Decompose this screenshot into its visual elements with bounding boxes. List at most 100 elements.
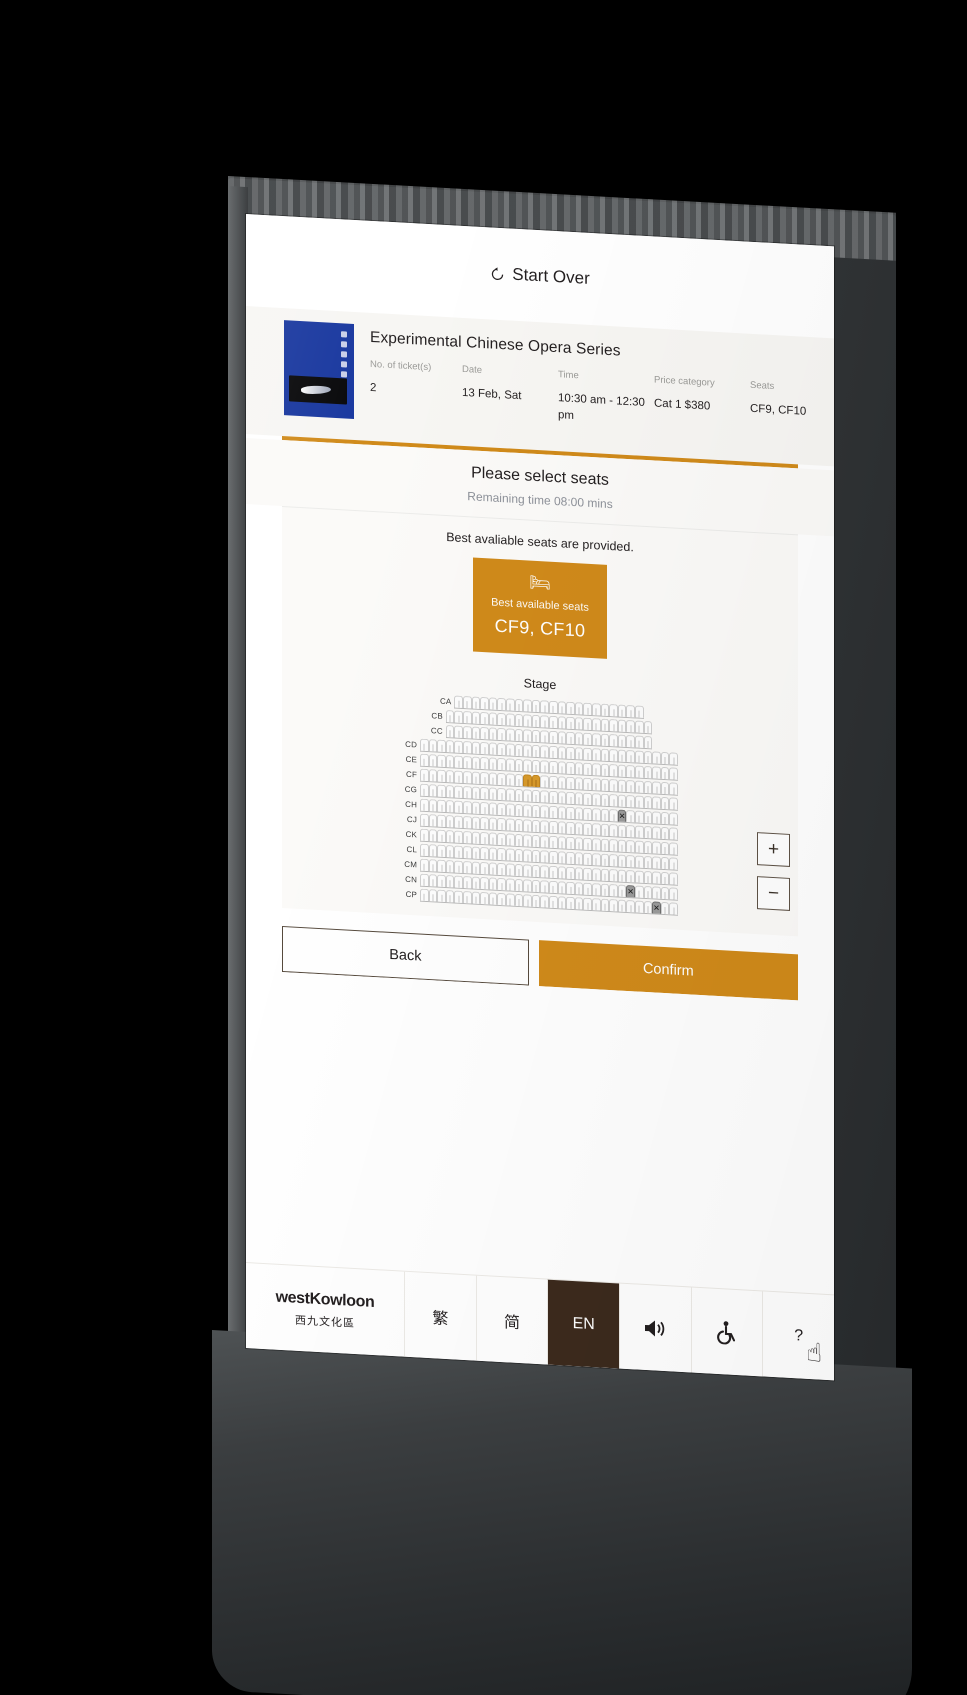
seat-CA8[interactable] [514, 698, 524, 712]
seat-CM25[interactable] [626, 869, 635, 883]
seat-CG3[interactable] [437, 784, 446, 797]
seat-CL30[interactable] [669, 857, 678, 870]
seat-CE10[interactable] [497, 757, 507, 771]
seat-CG25[interactable] [626, 794, 635, 808]
seat-CM27[interactable] [643, 870, 653, 884]
seat-CL11[interactable] [506, 848, 515, 861]
seat-CL29[interactable] [660, 856, 670, 870]
seat-CL4[interactable] [445, 844, 455, 858]
seat-CN7[interactable] [471, 876, 481, 889]
seat-CP27[interactable] [643, 900, 653, 914]
seat-CF6[interactable] [463, 770, 472, 784]
seat-CD11[interactable] [506, 743, 515, 756]
zoom-in-button[interactable]: + [757, 832, 790, 867]
seat-CB14[interactable] [557, 716, 567, 729]
seat-CK5[interactable] [454, 830, 464, 843]
seat-CN29[interactable] [660, 886, 670, 900]
seat-CH12[interactable] [514, 803, 524, 817]
seat-CN30[interactable] [669, 887, 678, 900]
seat-CD6[interactable] [463, 740, 472, 754]
seat-CA11[interactable] [540, 700, 549, 713]
seat-CJ17[interactable] [557, 821, 567, 834]
seat-CH22[interactable] [600, 808, 610, 821]
seat-CK27[interactable] [643, 840, 653, 854]
seat-CK29[interactable] [660, 841, 670, 855]
seat-CB6[interactable] [488, 712, 498, 725]
seat-CL28[interactable] [652, 856, 661, 869]
seat-CJ10[interactable] [497, 817, 507, 831]
seat-CF15[interactable] [540, 775, 549, 788]
seat-CE5[interactable] [454, 755, 464, 768]
seat-CA15[interactable] [574, 702, 584, 715]
seat-CM5[interactable] [454, 860, 464, 873]
seat-CK30[interactable] [669, 842, 678, 855]
seat-CJ12[interactable] [514, 818, 524, 832]
seat-CG12[interactable] [514, 788, 524, 802]
seat-CP29[interactable] [660, 901, 670, 915]
seat-CE15[interactable] [540, 760, 549, 773]
seat-CC9[interactable] [514, 728, 524, 742]
seat-CK6[interactable] [463, 830, 472, 844]
seat-CP6[interactable] [463, 890, 472, 904]
seat-CM28[interactable] [652, 871, 661, 884]
seat-CE19[interactable] [574, 762, 584, 775]
seat-CH9[interactable] [488, 802, 498, 815]
seat-CP23[interactable] [609, 898, 618, 912]
seat-CA17[interactable] [591, 703, 601, 716]
seat-CD25[interactable] [626, 749, 635, 763]
seat-CN6[interactable] [463, 875, 472, 889]
lang-simp-button[interactable]: 简 [475, 1275, 548, 1365]
seat-CG11[interactable] [506, 788, 515, 801]
seat-CH16[interactable] [549, 805, 558, 819]
start-over-button[interactable]: Start Over [490, 263, 590, 288]
seat-CH28[interactable] [652, 811, 661, 824]
seat-CH20[interactable] [583, 807, 592, 821]
seat-CM2[interactable] [428, 859, 438, 872]
seat-CD4[interactable] [445, 739, 455, 753]
seat-CP7[interactable] [471, 891, 481, 904]
seat-CH8[interactable] [480, 801, 489, 815]
seat-map[interactable]: CA CB CC CD CE CF CG CH ✕ CJ CK CL CM CN ✕ CP ✕ [282, 686, 798, 922]
seat-CJ4[interactable] [445, 814, 455, 828]
seat-CB17[interactable] [583, 717, 592, 731]
seat-CA14[interactable] [566, 701, 575, 715]
seat-CD22[interactable] [600, 748, 610, 761]
seat-CG16[interactable] [549, 790, 558, 804]
seat-CG7[interactable] [471, 786, 481, 799]
seat-CD24[interactable] [617, 749, 627, 762]
seat-CM10[interactable] [497, 862, 507, 876]
seat-CJ25[interactable] [626, 824, 635, 838]
seat-CJ26[interactable] [634, 825, 644, 838]
seat-CA13[interactable] [557, 701, 567, 714]
seat-CG17[interactable] [557, 791, 567, 804]
seat-CK18[interactable] [566, 836, 575, 850]
seat-CD18[interactable] [566, 746, 575, 760]
seat-CE25[interactable] [626, 764, 635, 778]
seat-CG27[interactable] [643, 795, 653, 809]
seat-CJ29[interactable] [660, 826, 670, 840]
seat-CL27[interactable] [643, 855, 653, 869]
seat-CF29[interactable] [660, 781, 670, 795]
seat-CL16[interactable] [549, 850, 558, 864]
best-available-seats-card[interactable]: 🛏 Best available seats CF9, CF10 [473, 557, 607, 659]
seat-CE28[interactable] [652, 766, 661, 779]
seat-CJ6[interactable] [463, 815, 472, 829]
seat-CD23[interactable] [609, 748, 618, 762]
seat-CF2[interactable] [428, 769, 438, 782]
seat-CG26[interactable] [634, 795, 644, 808]
seat-CN24[interactable] [617, 884, 627, 897]
seat-CP14[interactable] [531, 894, 541, 908]
seat-CB21[interactable] [617, 719, 627, 732]
seat-CJ9[interactable] [488, 817, 498, 830]
seat-CF21[interactable] [591, 778, 601, 791]
seat-CD8[interactable] [480, 741, 489, 755]
seat-CB10[interactable] [523, 714, 532, 727]
seat-CF22[interactable] [600, 778, 610, 791]
seat-CF26[interactable] [634, 780, 644, 793]
seat-CN11[interactable] [506, 878, 515, 891]
seat-CD1[interactable] [420, 738, 429, 752]
seat-CL12[interactable] [514, 848, 524, 862]
seat-CK11[interactable] [506, 833, 515, 846]
seat-CA12[interactable] [549, 700, 558, 714]
seat-CE2[interactable] [428, 754, 438, 767]
